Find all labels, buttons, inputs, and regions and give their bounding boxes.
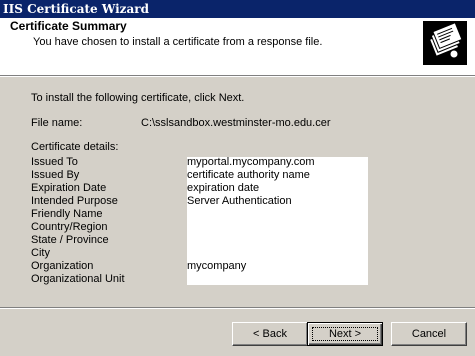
detail-value-country-region [187,221,315,234]
file-name-value: C:\sslsandbox.westminster-mo.edu.cer [141,117,331,129]
title-bar[interactable]: IIS Certificate Wizard [0,0,475,18]
detail-label-friendly-name: Friendly Name [31,208,103,220]
detail-value-state-province [187,234,315,247]
certificate-details-values: myportal.mycompany.com certificate autho… [187,156,315,286]
cancel-button[interactable]: Cancel [391,322,467,346]
wizard-header: Certificate Summary You have chosen to i… [0,18,475,76]
page-description: You have chosen to install a certificate… [33,36,323,48]
detail-label-issued-to: Issued To [31,156,78,168]
detail-value-organizational-unit [187,273,315,286]
detail-label-country-region: Country/Region [31,221,108,233]
button-bar-divider [0,307,475,309]
detail-value-intended-purpose: Server Authentication [187,195,292,207]
header-divider [0,76,475,77]
certificate-details-labels: Issued To Issued By Expiration Date Inte… [31,156,125,286]
detail-label-organization: Organization [31,260,94,272]
iis-certificate-wizard-window: IIS Certificate Wizard Certificate Summa… [0,0,475,356]
back-button-label: < Back [253,328,287,340]
detail-value-issued-to: myportal.mycompany.com [187,156,315,168]
certificate-stack-icon [423,21,467,65]
detail-value-organization: mycompany [187,260,247,272]
detail-label-issued-by: Issued By [31,169,80,181]
next-button[interactable]: Next > [307,322,383,346]
detail-label-state-province: State / Province [31,234,109,246]
detail-value-city [187,247,315,260]
instruction-text: To install the following certificate, cl… [31,92,245,104]
file-name-label: File name: [31,117,83,129]
certificate-details-label: Certificate details: [31,141,119,153]
detail-label-organizational-unit: Organizational Unit [31,273,125,285]
detail-value-expiration-date: expiration date [187,182,260,194]
cancel-button-label: Cancel [411,328,447,340]
detail-value-friendly-name [187,208,315,221]
window-title: IIS Certificate Wizard [3,2,149,16]
detail-label-city: City [31,247,50,259]
detail-label-expiration-date: Expiration Date [31,182,107,194]
page-title: Certificate Summary [10,19,127,33]
next-button-label: Next > [328,328,362,340]
detail-value-issued-by: certificate authority name [187,169,310,181]
back-button[interactable]: < Back [232,322,308,346]
detail-label-intended-purpose: Intended Purpose [31,195,118,207]
